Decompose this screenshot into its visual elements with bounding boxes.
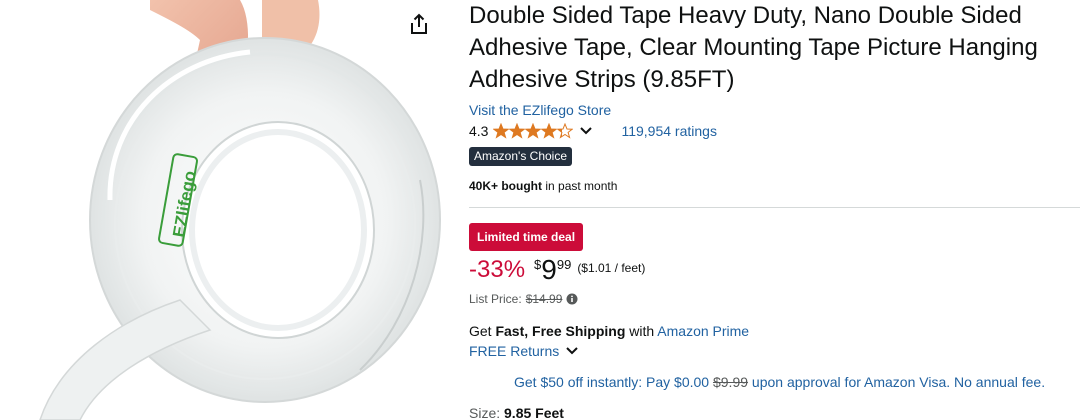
list-price: List Price: $14.99 (469, 291, 1080, 307)
star-rating[interactable] (493, 123, 574, 139)
bought-count-rest: in past month (542, 179, 618, 193)
promo-struck-price: $9.99 (712, 374, 749, 390)
size-value: 9.85 Feet (504, 405, 564, 420)
product-title: Double Sided Tape Heavy Duty, Nano Doubl… (469, 2, 1038, 93)
promo-text-a: Get $50 off instantly: Pay $0.00 (514, 374, 713, 390)
share-icon (411, 13, 427, 34)
list-price-value: $14.99 (525, 292, 563, 306)
share-button[interactable] (405, 10, 433, 38)
amazon-prime-link[interactable]: Amazon Prime (657, 323, 749, 339)
discount-percent: -33% (469, 256, 526, 283)
star-icon (557, 123, 574, 139)
product-image[interactable]: EZlifego (0, 0, 445, 420)
star-icon (525, 123, 542, 139)
size-label: Size: (469, 405, 505, 420)
visa-promo-link[interactable]: Get $50 off instantly: Pay $0.00 $9.99 u… (514, 372, 1080, 392)
star-icon (541, 123, 558, 139)
limited-time-deal-badge: Limited time deal (469, 223, 584, 251)
price-per-unit: ($1.01 / feet) (577, 261, 646, 275)
shipping-prefix: Get (469, 323, 496, 339)
price-row: -33% $ 9 99 ($1.01 / feet) (469, 256, 1080, 286)
ratings-count-link[interactable]: 119,954 ratings (621, 123, 716, 139)
amazons-choice-badge[interactable]: Amazon's Choice (469, 147, 572, 166)
rating-row: 4.3 119,954 ratings (469, 120, 1080, 142)
star-icon (509, 123, 526, 139)
promo-text-b: upon approval for Amazon Visa. No annual… (748, 374, 1046, 390)
product-image-panel: EZlifego (0, 0, 445, 420)
info-icon[interactable] (566, 293, 578, 305)
rating-value: 4.3 (469, 123, 489, 139)
shipping-middle: with (625, 323, 658, 339)
shipping-bold: Fast, Free Shipping (495, 323, 626, 339)
store-link[interactable]: Visit the EZlifego Store (469, 100, 1080, 120)
product-details: Double Sided Tape Heavy Duty, Nano Doubl… (469, 0, 1080, 420)
free-returns[interactable]: FREE Returns (469, 341, 1080, 361)
star-icon (493, 123, 510, 139)
bought-count-bold: 40K+ bought (469, 179, 543, 193)
shipping-info: Get Fast, Free Shipping with Amazon Prim… (469, 321, 1080, 341)
bought-count: 40K+ bought in past month (469, 178, 1080, 194)
list-price-label: List Price: (469, 292, 522, 306)
chevron-down-icon[interactable] (579, 126, 593, 136)
chevron-down-icon (565, 346, 579, 356)
price-fraction: 99 (556, 257, 572, 272)
free-returns-label: FREE Returns (469, 343, 560, 359)
size-selection: Size: 9.85 Feet (469, 403, 1080, 420)
price-whole: 9 (541, 254, 557, 285)
price: $ 9 99 (534, 256, 571, 284)
price-symbol: $ (534, 257, 542, 272)
